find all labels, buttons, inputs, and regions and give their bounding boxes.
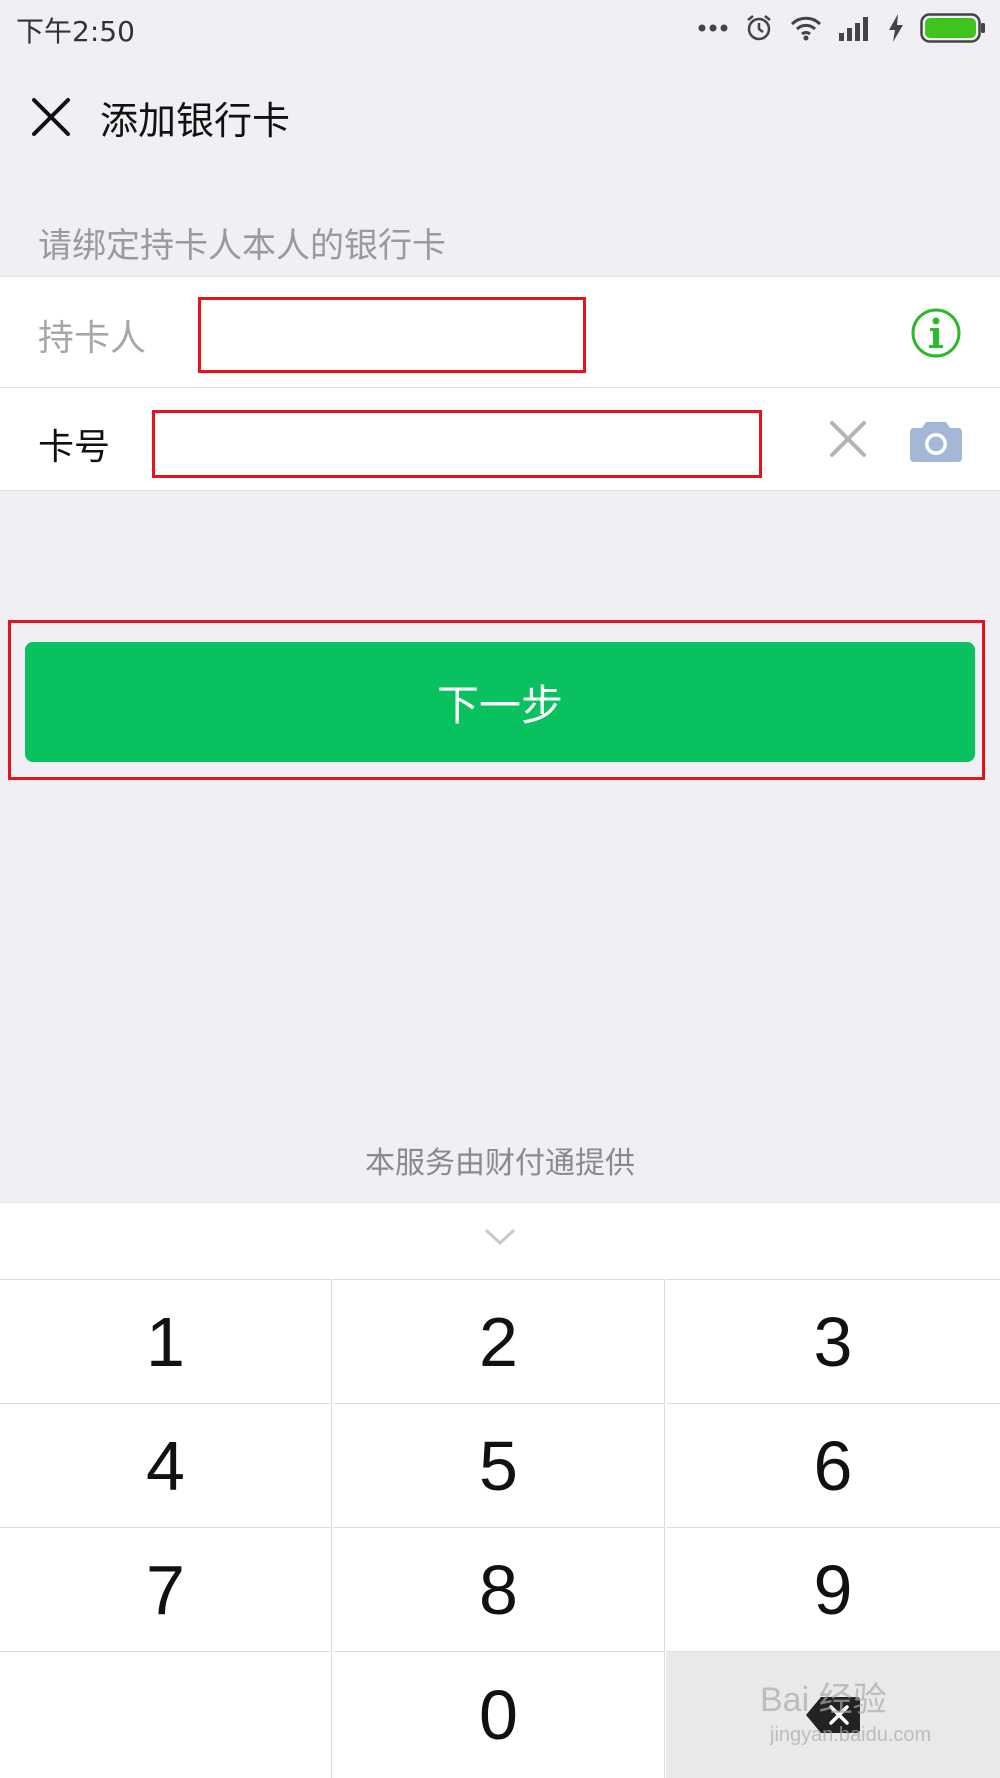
close-icon[interactable] bbox=[26, 92, 76, 142]
more-dots-icon bbox=[698, 24, 728, 32]
key-6[interactable]: 6 bbox=[666, 1403, 1000, 1527]
card-number-label: 卡号 bbox=[38, 427, 111, 468]
nav-bar: 添加银行卡 bbox=[0, 56, 1000, 176]
status-icons bbox=[698, 10, 986, 46]
key-7[interactable]: 7 bbox=[0, 1527, 332, 1651]
card-holder-label: 持卡人 bbox=[38, 318, 147, 359]
key-0[interactable]: 0 bbox=[333, 1651, 665, 1778]
next-step-button[interactable]: 下一步 bbox=[25, 642, 975, 762]
card-holder-input[interactable] bbox=[201, 300, 583, 370]
camera-icon[interactable] bbox=[910, 418, 962, 462]
page-title: 添加银行卡 bbox=[100, 99, 291, 143]
alarm-icon bbox=[747, 15, 771, 41]
card-holder-row: 持卡人 bbox=[0, 276, 1000, 387]
card-number-input-box[interactable] bbox=[152, 410, 762, 478]
key-8[interactable]: 8 bbox=[333, 1527, 665, 1651]
card-number-input[interactable] bbox=[155, 413, 759, 475]
key-1[interactable]: 1 bbox=[0, 1279, 332, 1403]
provider-text: 本服务由财付通提供 bbox=[365, 1146, 635, 1181]
watermark-url: jingyan.baidu.com bbox=[770, 1724, 932, 1746]
form-hint: 请绑定持卡人本人的银行卡 bbox=[38, 226, 446, 266]
status-time: 下午2:50 bbox=[16, 15, 135, 48]
key-5[interactable]: 5 bbox=[333, 1403, 665, 1527]
key-9[interactable]: 9 bbox=[666, 1527, 1000, 1651]
card-holder-input-box[interactable] bbox=[198, 297, 586, 373]
battery-icon bbox=[920, 13, 985, 43]
chevron-down-icon[interactable] bbox=[484, 1227, 516, 1247]
signal-icon bbox=[839, 17, 868, 41]
clear-icon[interactable] bbox=[828, 419, 868, 459]
keyboard-header bbox=[0, 1202, 1000, 1279]
charging-icon bbox=[889, 14, 903, 42]
info-icon[interactable] bbox=[910, 307, 962, 359]
watermark-logo: Bai 经验 bbox=[760, 1681, 887, 1719]
wifi-icon bbox=[790, 16, 822, 41]
key-4[interactable]: 4 bbox=[0, 1403, 332, 1527]
key-3[interactable]: 3 bbox=[666, 1279, 1000, 1403]
card-number-row: 卡号 bbox=[0, 387, 1000, 491]
status-bar: 下午2:50 bbox=[0, 0, 1000, 56]
key-2[interactable]: 2 bbox=[333, 1279, 665, 1403]
key-blank bbox=[0, 1651, 332, 1778]
